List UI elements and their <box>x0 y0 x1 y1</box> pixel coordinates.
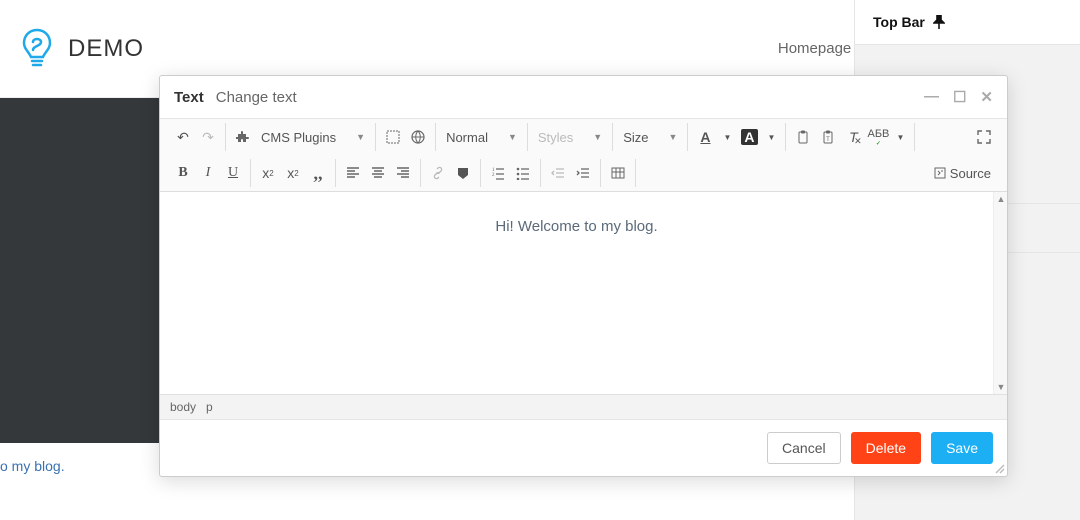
modal-footer: Cancel Delete Save <box>160 419 1007 476</box>
hero-dark-section <box>0 98 160 443</box>
svg-text:2: 2 <box>492 173 495 178</box>
top-bar-label: Top Bar <box>873 14 925 30</box>
maximize-icon[interactable]: ☐ <box>953 88 966 106</box>
save-button[interactable]: Save <box>931 432 993 464</box>
resize-handle-icon[interactable] <box>993 462 1005 474</box>
superscript-icon[interactable]: x2 <box>282 162 304 184</box>
cancel-button[interactable]: Cancel <box>767 432 841 464</box>
table-icon[interactable] <box>607 162 629 184</box>
spellcheck-dropdown[interactable]: ▼ <box>892 126 908 148</box>
status-body[interactable]: body <box>170 400 196 414</box>
italic-icon[interactable]: I <box>197 162 219 184</box>
editor-text: Hi! Welcome to my blog. <box>495 218 657 235</box>
scroll-up-icon[interactable]: ▲ <box>994 192 1008 206</box>
brand-text: DEMO <box>68 35 144 63</box>
remove-format-icon[interactable]: T✕ <box>842 126 864 148</box>
bold-icon[interactable]: B <box>172 162 194 184</box>
align-right-icon[interactable] <box>392 162 414 184</box>
page-blog-snippet: o my blog. <box>0 458 65 474</box>
bg-color-dropdown[interactable]: ▼ <box>763 126 779 148</box>
modal-header[interactable]: Text Change text — ☐ ✕ <box>160 76 1007 119</box>
close-icon[interactable]: ✕ <box>980 88 993 106</box>
redo-icon: ↷ <box>197 126 219 148</box>
logo-wrap: DEMO <box>20 27 144 71</box>
puzzle-icon[interactable] <box>232 126 254 148</box>
indent-icon[interactable] <box>572 162 594 184</box>
modal-title: Text <box>174 89 204 106</box>
numbered-list-icon[interactable]: 12 <box>487 162 509 184</box>
bg-color-icon[interactable]: A <box>738 126 760 148</box>
edit-text-modal: Text Change text — ☐ ✕ ↶ ↷ CMS Plugins▼ <box>159 75 1008 477</box>
status-p[interactable]: p <box>206 400 213 414</box>
align-left-icon[interactable] <box>342 162 364 184</box>
bullet-list-icon[interactable] <box>512 162 534 184</box>
editor-toolbar: ↶ ↷ CMS Plugins▼ Normal▼ <box>160 119 1007 192</box>
show-blocks-icon[interactable] <box>382 126 404 148</box>
editor-status-bar: body p <box>160 394 1007 419</box>
styles-select[interactable]: Styles▼ <box>534 130 606 145</box>
maximize-editor-icon[interactable] <box>973 126 995 148</box>
globe-icon[interactable] <box>407 126 429 148</box>
structure-top-bar[interactable]: Top Bar <box>855 0 1080 45</box>
undo-icon[interactable]: ↶ <box>172 126 194 148</box>
source-icon[interactable]: Source <box>930 162 995 184</box>
link-icon <box>427 162 449 184</box>
lightbulb-icon <box>20 27 54 71</box>
text-color-dropdown[interactable]: ▼ <box>719 126 735 148</box>
paste-icon[interactable] <box>792 126 814 148</box>
cms-plugins-select[interactable]: CMS Plugins▼ <box>257 130 369 145</box>
spellcheck-icon[interactable]: AБВ✓ <box>867 126 889 148</box>
format-select[interactable]: Normal▼ <box>442 130 521 145</box>
align-center-icon[interactable] <box>367 162 389 184</box>
scroll-down-icon[interactable]: ▼ <box>994 380 1008 394</box>
paste-text-icon[interactable]: T <box>817 126 839 148</box>
svg-text:T: T <box>827 137 831 143</box>
anchor-icon[interactable] <box>452 162 474 184</box>
modal-subtitle: Change text <box>216 89 297 106</box>
delete-button[interactable]: Delete <box>851 432 921 464</box>
minimize-icon[interactable]: — <box>924 88 939 106</box>
underline-icon[interactable]: U <box>222 162 244 184</box>
pin-icon <box>933 15 945 29</box>
nav-homepage[interactable]: Homepage <box>778 40 851 57</box>
editor-scrollbar[interactable]: ▲ ▼ <box>993 192 1007 394</box>
blockquote-icon[interactable]: ,, <box>307 162 329 184</box>
outdent-icon <box>547 162 569 184</box>
subscript-icon[interactable]: x2 <box>257 162 279 184</box>
editor-content[interactable]: Hi! Welcome to my blog. <box>160 192 993 394</box>
size-select[interactable]: Size▼ <box>619 130 681 145</box>
text-color-icon[interactable]: A <box>694 126 716 148</box>
